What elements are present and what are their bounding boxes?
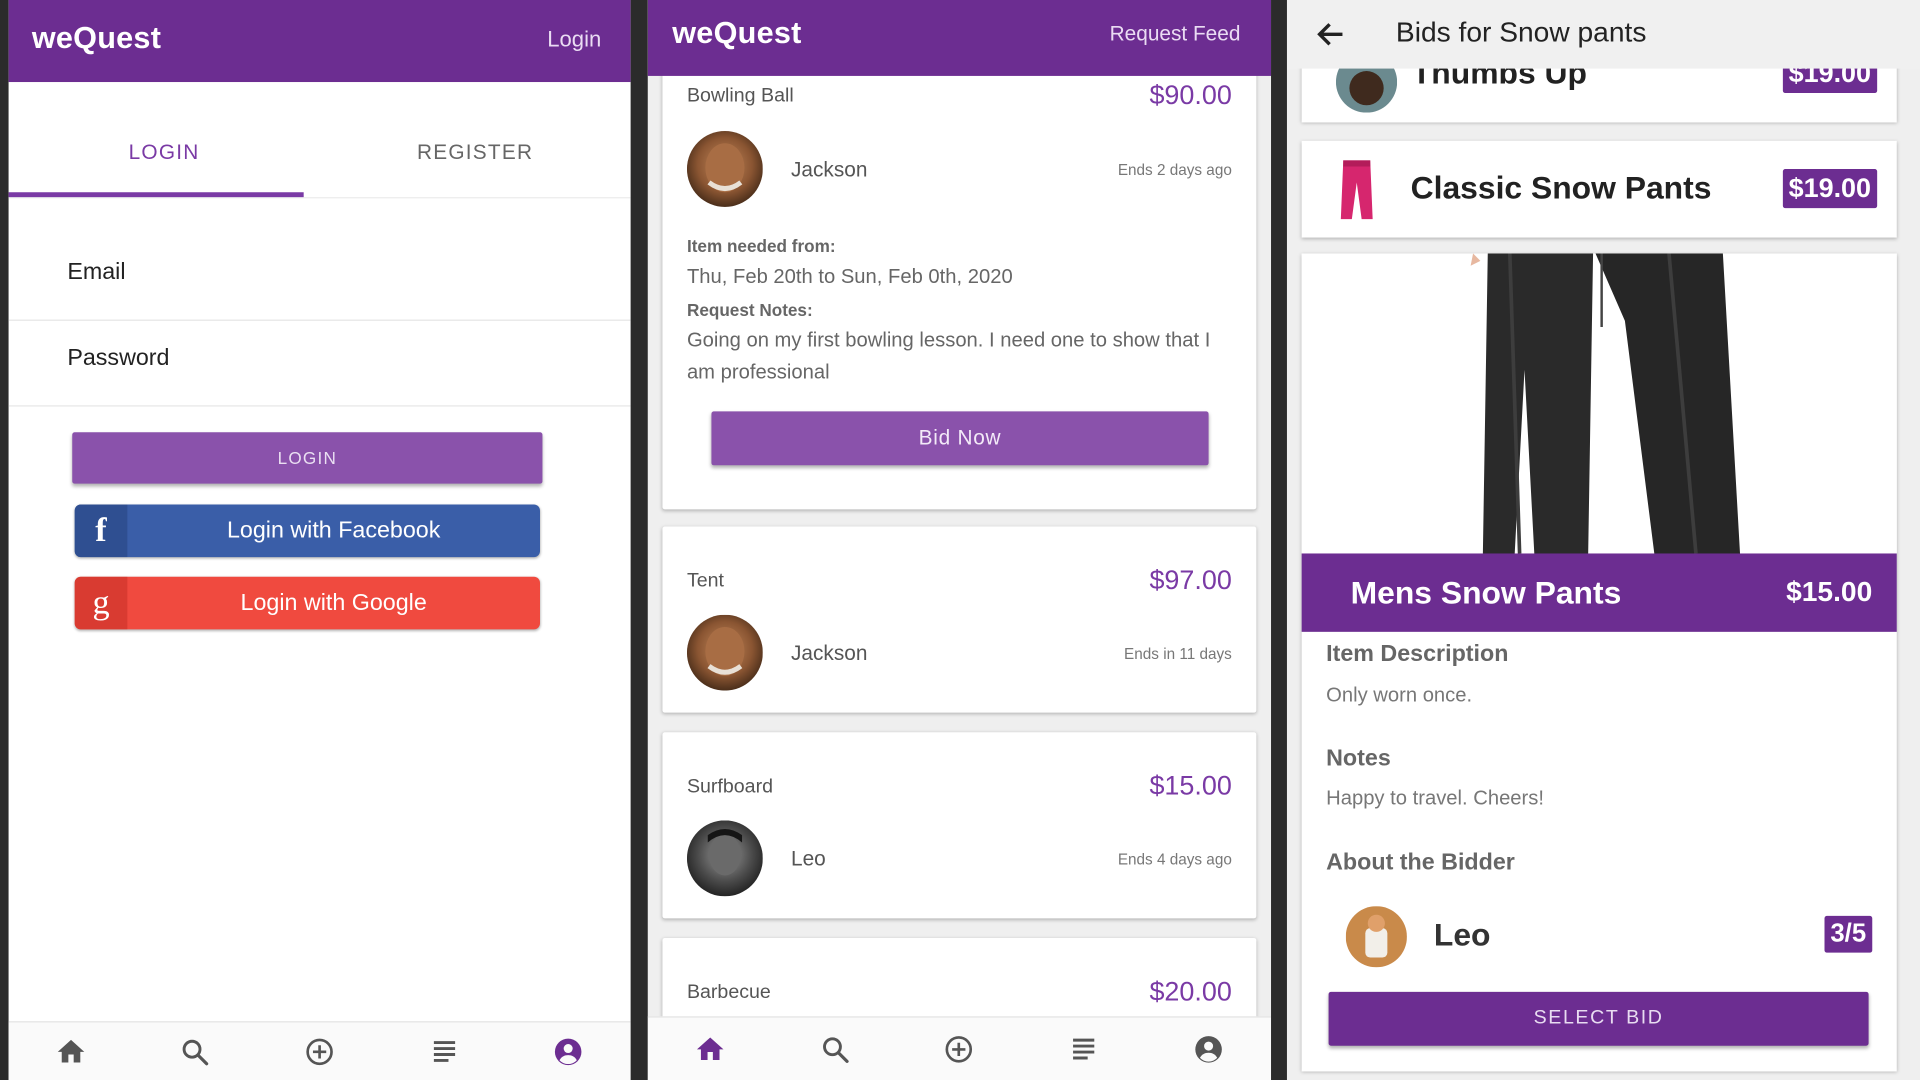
page-title: Bids for Snow pants bbox=[1395, 15, 1647, 48]
requester-name: Jackson bbox=[791, 641, 868, 665]
bid-title: Classic Snow Pants bbox=[1410, 168, 1712, 206]
notes-heading: Notes bbox=[1326, 745, 1391, 772]
bottom-nav bbox=[8, 1021, 631, 1080]
list-icon bbox=[1068, 1033, 1100, 1065]
request-item-name: Bowling Ball bbox=[686, 85, 794, 107]
home-icon bbox=[694, 1033, 726, 1065]
request-ends: Ends 2 days ago bbox=[1117, 161, 1232, 179]
nav-add[interactable] bbox=[935, 1024, 984, 1073]
avatar bbox=[686, 614, 763, 691]
nav-search[interactable] bbox=[810, 1024, 859, 1073]
request-item-name: Surfboard bbox=[686, 776, 773, 798]
item-description-heading: Item Description bbox=[1326, 641, 1509, 668]
tab-login[interactable]: LOGIN bbox=[9, 141, 320, 165]
nav-search[interactable] bbox=[171, 1027, 220, 1076]
brand-logo: weQuest bbox=[31, 20, 162, 56]
password-field-row bbox=[8, 323, 631, 407]
email-field-row bbox=[8, 238, 631, 321]
request-ends: Ends in 11 days bbox=[1124, 645, 1232, 663]
bid-now-button[interactable]: Bid Now bbox=[711, 411, 1209, 466]
app-bar: weQuest Request Feed bbox=[647, 0, 1272, 76]
login-screen: weQuest Login LOGIN REGISTER LOGIN f Log… bbox=[8, 0, 631, 1080]
nav-home[interactable] bbox=[686, 1024, 735, 1073]
bottom-nav bbox=[647, 1016, 1272, 1080]
request-item-name: Tent bbox=[686, 570, 724, 592]
password-field[interactable] bbox=[67, 345, 582, 373]
app-bar: weQuest Login bbox=[8, 0, 631, 83]
expanded-bid-price: $15.00 bbox=[1786, 575, 1873, 608]
account-icon bbox=[552, 1035, 584, 1067]
facebook-login-label: Login with Facebook bbox=[226, 517, 441, 544]
facebook-login-button[interactable]: f Login with Facebook bbox=[74, 504, 541, 558]
request-card[interactable]: Surfboard $15.00 Leo Ends 4 days ago bbox=[662, 732, 1257, 919]
request-price: $97.00 bbox=[1149, 564, 1232, 596]
header-login-link[interactable]: Login bbox=[547, 27, 601, 53]
product-image bbox=[1301, 253, 1897, 554]
needed-dates: Thu, Feb 20th to Sun, Feb 0th, 2020 bbox=[686, 265, 1013, 288]
pants-thumbnail bbox=[1338, 158, 1375, 222]
request-feed-screen: Bowling Ball $90.00 Jackson Ends 2 days … bbox=[647, 0, 1272, 1080]
nav-add[interactable] bbox=[295, 1027, 344, 1076]
request-item-name: Barbecue bbox=[686, 982, 771, 1003]
expanded-bid-header: Mens Snow Pants $15.00 bbox=[1301, 553, 1897, 632]
request-feed-link[interactable]: Request Feed bbox=[1110, 22, 1241, 46]
nav-list[interactable] bbox=[419, 1027, 468, 1076]
google-login-label: Login with Google bbox=[240, 590, 427, 616]
add-circle-icon bbox=[943, 1033, 975, 1065]
nav-list[interactable] bbox=[1060, 1024, 1109, 1073]
request-card[interactable]: Tent $97.00 Jackson Ends in 11 days bbox=[662, 526, 1257, 713]
avatar bbox=[686, 131, 763, 207]
about-bidder-heading: About the Bidder bbox=[1326, 849, 1515, 876]
request-price: $15.00 bbox=[1149, 770, 1232, 801]
brand-logo: weQuest bbox=[672, 15, 802, 51]
bid-card[interactable]: Classic Snow Pants $19.00 bbox=[1301, 140, 1897, 238]
requester-name: Jackson bbox=[791, 157, 868, 182]
add-circle-icon bbox=[304, 1035, 336, 1067]
search-icon bbox=[179, 1035, 211, 1067]
bidder-rating: 3/5 bbox=[1824, 915, 1873, 953]
avatar bbox=[686, 820, 763, 897]
list-icon bbox=[428, 1035, 460, 1067]
bidder-name: Leo bbox=[1433, 915, 1491, 953]
select-bid-button[interactable]: SELECT BID bbox=[1328, 991, 1869, 1046]
top-bar: Bids for Snow pants bbox=[1286, 0, 1920, 69]
nav-account[interactable] bbox=[544, 1027, 593, 1076]
request-notes: Going on my first bowling lesson. I need… bbox=[686, 329, 1211, 384]
needed-label: Item needed from: bbox=[686, 236, 836, 256]
tab-register[interactable]: REGISTER bbox=[320, 141, 631, 165]
bid-price: $19.00 bbox=[1782, 168, 1878, 209]
google-login-button[interactable]: g Login with Google bbox=[74, 576, 541, 630]
home-icon bbox=[55, 1035, 87, 1067]
back-arrow-icon[interactable] bbox=[1314, 17, 1348, 51]
tab-indicator bbox=[8, 192, 304, 198]
nav-home[interactable] bbox=[46, 1027, 95, 1076]
notes-label: Request Notes: bbox=[686, 300, 813, 320]
request-ends: Ends 4 days ago bbox=[1117, 851, 1232, 869]
nav-account[interactable] bbox=[1184, 1024, 1233, 1073]
bidder-avatar bbox=[1345, 906, 1407, 968]
requester-name: Leo bbox=[791, 847, 826, 871]
bid-detail-card: Mens Snow Pants $15.00 Item Description … bbox=[1301, 253, 1897, 1072]
login-button[interactable]: LOGIN bbox=[72, 432, 543, 484]
search-icon bbox=[819, 1033, 851, 1065]
google-icon: g bbox=[74, 576, 128, 630]
item-description: Only worn once. bbox=[1326, 684, 1473, 707]
request-card[interactable]: Bowling Ball $90.00 Jackson Ends 2 days … bbox=[662, 63, 1257, 510]
account-icon bbox=[1193, 1033, 1225, 1065]
request-price: $20.00 bbox=[1149, 975, 1232, 1007]
auth-tabs: LOGIN REGISTER bbox=[8, 82, 631, 199]
expanded-bid-name: Mens Snow Pants bbox=[1350, 574, 1622, 612]
notes-text: Happy to travel. Cheers! bbox=[1326, 787, 1544, 810]
email-field[interactable] bbox=[67, 259, 582, 287]
facebook-icon: f bbox=[74, 504, 128, 558]
bids-screen: Thumbs Up $19.00 Classic Snow Pants $19.… bbox=[1286, 0, 1920, 1080]
request-price: $90.00 bbox=[1149, 79, 1232, 111]
